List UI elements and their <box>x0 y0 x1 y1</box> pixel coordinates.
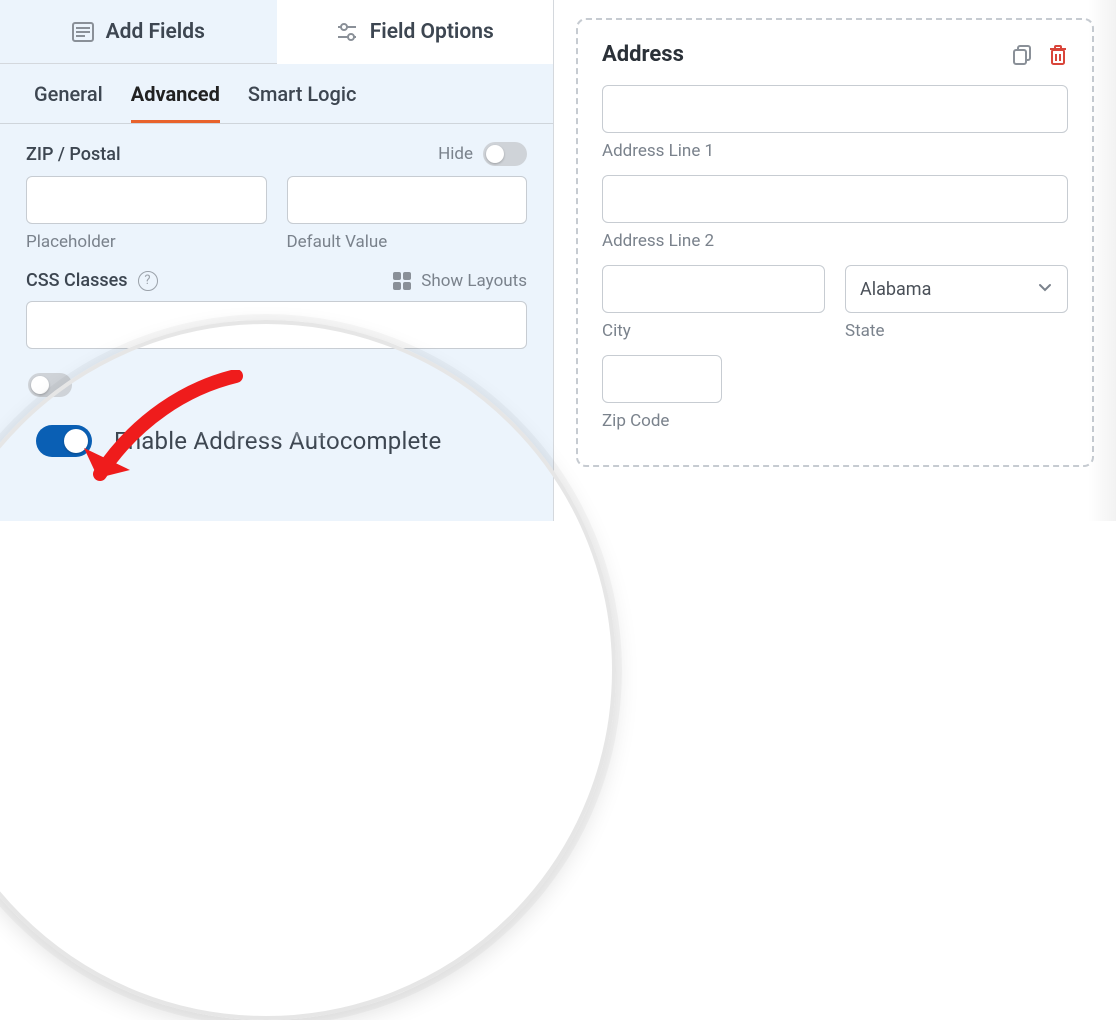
placeholder-caption: Placeholder <box>26 232 267 252</box>
state-value: Alabama <box>860 279 931 300</box>
zip-label: ZIP / Postal <box>26 144 121 165</box>
address-line1-input[interactable] <box>602 85 1068 133</box>
secondary-toggle[interactable] <box>28 373 72 397</box>
zip-label-preview: Zip Code <box>602 411 722 431</box>
preview-title: Address <box>602 42 684 67</box>
help-icon[interactable]: ? <box>138 271 158 291</box>
state-select[interactable]: Alabama <box>845 265 1068 313</box>
city-input[interactable] <box>602 265 825 313</box>
css-label: CSS Classes <box>26 270 128 291</box>
tab-field-options[interactable]: Field Options <box>277 0 554 64</box>
show-layouts-button[interactable]: Show Layouts <box>393 271 527 291</box>
list-icon <box>72 22 94 42</box>
delete-icon[interactable] <box>1048 44 1068 66</box>
subtab-general[interactable]: General <box>34 82 103 123</box>
tab-add-fields[interactable]: Add Fields <box>0 0 277 64</box>
tab-add-fields-label: Add Fields <box>106 20 205 44</box>
zip-input[interactable] <box>602 355 722 403</box>
css-classes-input[interactable] <box>26 301 527 349</box>
subtab-advanced[interactable]: Advanced <box>131 82 220 123</box>
address-line2-label: Address Line 2 <box>602 231 1068 251</box>
tab-field-options-label: Field Options <box>370 20 494 44</box>
address-line1-label: Address Line 1 <box>602 141 1068 161</box>
address-line2-input[interactable] <box>602 175 1068 223</box>
default-value-input[interactable] <box>287 176 528 224</box>
enable-autocomplete-toggle[interactable] <box>36 425 92 457</box>
subtab-smart-logic[interactable]: Smart Logic <box>248 82 357 123</box>
grid-icon <box>393 272 411 290</box>
city-label: City <box>602 321 825 341</box>
hide-label: Hide <box>438 144 473 164</box>
default-caption: Default Value <box>287 232 528 252</box>
state-label: State <box>845 321 1068 341</box>
chevron-down-icon <box>1037 279 1053 300</box>
enable-autocomplete-label: Enable Address Autocomplete <box>114 427 441 455</box>
address-preview-card[interactable]: Address Address Line 1 Address Line 2 <box>576 18 1094 467</box>
sliders-icon <box>336 22 358 42</box>
placeholder-input[interactable] <box>26 176 267 224</box>
show-layouts-label: Show Layouts <box>421 271 527 291</box>
hide-toggle[interactable] <box>483 142 527 166</box>
duplicate-icon[interactable] <box>1012 44 1034 66</box>
